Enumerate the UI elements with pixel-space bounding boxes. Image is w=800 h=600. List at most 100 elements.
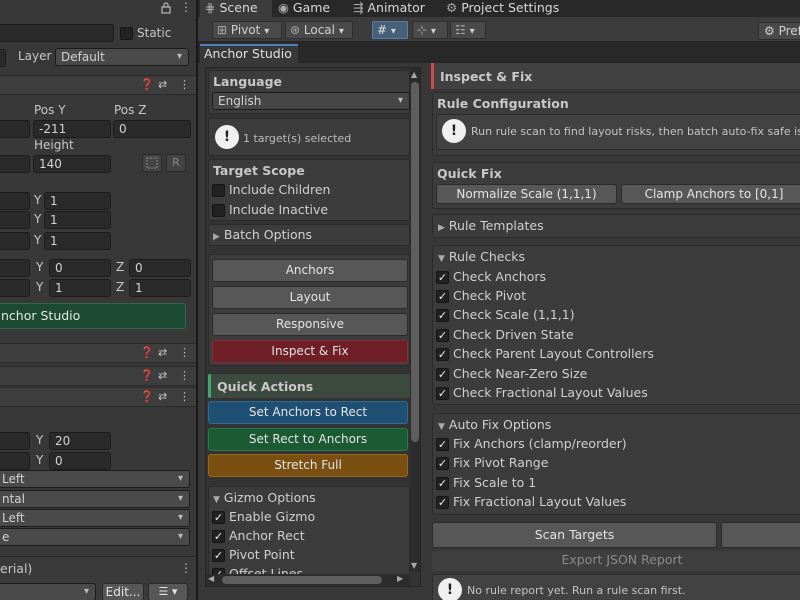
gizmo-options-foldout[interactable]: ▼ Gizmo Options: [213, 490, 316, 505]
kebab-menu-icon[interactable]: ⋮: [179, 390, 190, 403]
anchor-rect-checkbox[interactable]: ✓: [212, 530, 225, 543]
preset-icon[interactable]: ⇄: [158, 369, 167, 382]
include-inactive-checkbox[interactable]: [212, 204, 225, 217]
fix-pivot-checkbox[interactable]: ✓: [436, 457, 449, 470]
height-field[interactable]: 140: [33, 155, 111, 173]
nav-inspect-fix[interactable]: Inspect & Fix: [212, 340, 408, 363]
preset-icon[interactable]: ⇄: [158, 346, 167, 359]
tab-animator[interactable]: ⇶ Animator: [353, 0, 425, 17]
nav-anchors[interactable]: Anchors: [212, 259, 408, 282]
tab-project-settings[interactable]: ⚙ Project Settings: [446, 0, 559, 17]
preset-icon[interactable]: ⇄: [158, 390, 167, 403]
object-name-field[interactable]: [0, 24, 114, 42]
tag-dropdown[interactable]: [0, 49, 6, 67]
horizontal-scroll-thumb[interactable]: [222, 576, 382, 584]
fix-scale-checkbox[interactable]: ✓: [436, 477, 449, 490]
raw-edit-icon[interactable]: R: [166, 154, 186, 172]
alignment-dropdown-2[interactable]: ntal: [0, 490, 190, 508]
blueprint-mode-icon[interactable]: [142, 154, 162, 172]
increment-snap-toggle[interactable]: ⊹ ▾: [412, 21, 448, 39]
check-fractional-checkbox[interactable]: ✓: [436, 387, 449, 400]
export-json-button[interactable]: Export JSON Report: [432, 551, 800, 571]
rotation-x-field[interactable]: [0, 259, 30, 277]
fix-all-button[interactable]: [721, 522, 800, 548]
alignment-dropdown-1[interactable]: Left: [0, 470, 190, 488]
nav-responsive[interactable]: Responsive: [212, 313, 408, 336]
stretch-full-button[interactable]: Stretch Full: [208, 454, 408, 477]
list-menu-button[interactable]: ☰ ▾: [148, 583, 188, 600]
anchor-min-x-field[interactable]: [0, 192, 30, 210]
set-rect-to-anchors-button[interactable]: Set Rect to Anchors: [208, 428, 408, 451]
preferences-button[interactable]: ⚙ Pref: [758, 22, 800, 40]
check-driven-state-checkbox[interactable]: ✓: [436, 329, 449, 342]
normalize-scale-button[interactable]: Normalize Scale (1,1,1): [436, 184, 617, 204]
tab-scene[interactable]: ⋕ Scene: [205, 0, 258, 17]
kebab-menu-icon[interactable]: ⋮: [179, 369, 190, 382]
check-anchors-checkbox[interactable]: ✓: [436, 271, 449, 284]
scroll-up-arrow[interactable]: ▲: [411, 70, 417, 79]
pivot-x-field[interactable]: [0, 232, 30, 250]
fix-fractional-checkbox[interactable]: ✓: [436, 496, 449, 509]
set-anchors-to-rect-button[interactable]: Set Anchors to Rect: [208, 401, 408, 424]
kebab-menu-icon[interactable]: ⋮: [180, 561, 192, 575]
sidebar-scroll-thumb[interactable]: [411, 82, 419, 442]
anchor-max-x-field[interactable]: [0, 211, 30, 229]
rotation-z-field[interactable]: 0: [129, 259, 191, 277]
layer-dropdown[interactable]: Default: [55, 48, 189, 66]
rotation-y-field[interactable]: 0: [49, 259, 111, 277]
check-parent-layout-checkbox[interactable]: ✓: [436, 348, 449, 361]
anchor-studio-component-bar[interactable]: nchor Studio: [0, 303, 186, 329]
tab-game[interactable]: ◉ Game: [278, 0, 330, 17]
scale-y-field[interactable]: 1: [49, 279, 111, 297]
grid-snap-toggle[interactable]: # ▾: [372, 21, 408, 39]
scale-x-field[interactable]: [0, 279, 30, 297]
kebab-menu-icon[interactable]: ⋮: [179, 346, 190, 359]
scroll-down-arrow[interactable]: ▼: [411, 561, 417, 570]
anchor-max-y-field[interactable]: 1: [44, 211, 111, 229]
help-icon[interactable]: ❓: [140, 369, 154, 382]
alignment-dropdown-4[interactable]: e: [0, 528, 190, 546]
gizmos-toggle[interactable]: ☷ ▾: [450, 21, 486, 39]
auto-fix-foldout[interactable]: ▼ Auto Fix Options: [438, 417, 551, 432]
rule-checks-foldout[interactable]: ▼ Rule Checks: [438, 249, 525, 264]
anchor-min-y-field[interactable]: 1: [44, 192, 111, 210]
clamp-anchors-button[interactable]: Clamp Anchors to [0,1]: [621, 184, 800, 204]
include-children-checkbox[interactable]: [212, 184, 225, 197]
pos-z-field[interactable]: 0: [113, 120, 191, 138]
help-icon[interactable]: ❓: [140, 390, 154, 403]
layout-y-field-1[interactable]: 20: [49, 432, 111, 450]
layout-x-field-2[interactable]: [0, 452, 30, 470]
pivot-point-checkbox[interactable]: ✓: [212, 549, 225, 562]
language-dropdown[interactable]: English: [212, 92, 410, 110]
shader-dropdown[interactable]: [0, 583, 96, 600]
edit-button[interactable]: Edit...: [102, 583, 144, 600]
static-checkbox[interactable]: [120, 27, 133, 40]
pos-y-field[interactable]: -211: [33, 120, 111, 138]
enable-gizmo-checkbox[interactable]: ✓: [212, 511, 225, 524]
scale-z-field[interactable]: 1: [129, 279, 191, 297]
scan-targets-button[interactable]: Scan Targets: [432, 522, 717, 548]
alignment-dropdown-3[interactable]: Left: [0, 509, 190, 527]
lock-icon[interactable]: [160, 2, 172, 17]
help-icon[interactable]: ❓: [140, 346, 154, 359]
component-header-1[interactable]: ❓ ⇄ ⋮: [0, 343, 196, 363]
kebab-menu-icon[interactable]: ⋮: [180, 0, 192, 14]
fix-anchors-checkbox[interactable]: ✓: [436, 438, 449, 451]
nav-layout[interactable]: Layout: [212, 286, 408, 309]
scroll-left-arrow[interactable]: ◀: [208, 574, 214, 583]
rule-templates-label[interactable]: ▶ Rule Templates: [438, 218, 544, 233]
component-header-2[interactable]: ❓ ⇄ ⋮: [0, 366, 196, 386]
batch-options-label[interactable]: ▶ Batch Options: [213, 227, 312, 242]
layout-y-field-2[interactable]: 0: [49, 452, 111, 470]
help-icon[interactable]: ❓: [140, 78, 154, 91]
pivot-y-field[interactable]: 1: [44, 232, 111, 250]
check-scale-checkbox[interactable]: ✓: [436, 309, 449, 322]
pivot-toggle[interactable]: ⊞ Pivot ▾: [212, 21, 282, 39]
scroll-right-arrow[interactable]: ▶: [397, 574, 403, 583]
layout-x-field-1[interactable]: [0, 432, 30, 450]
pos-x-field[interactable]: [0, 120, 30, 138]
width-field[interactable]: [0, 155, 30, 173]
local-toggle[interactable]: ⊛ Local ▾: [285, 21, 353, 39]
check-near-zero-checkbox[interactable]: ✓: [436, 368, 449, 381]
kebab-menu-icon[interactable]: ⋮: [179, 78, 190, 91]
